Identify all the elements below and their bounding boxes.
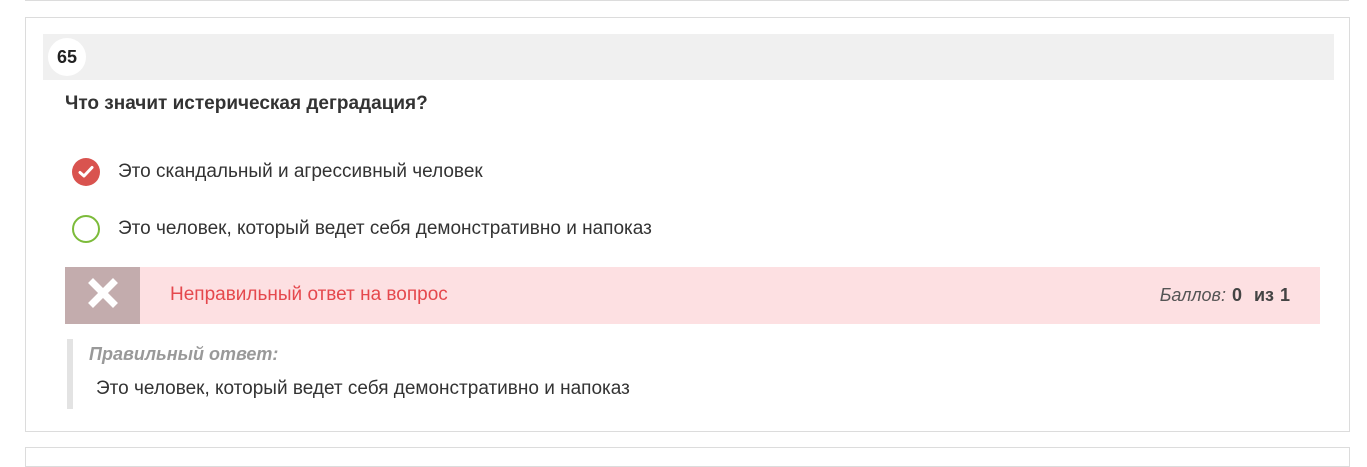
score-label: Баллов: — [1159, 285, 1226, 305]
result-message: Неправильный ответ на вопрос — [170, 284, 448, 305]
previous-question-card — [25, 0, 1349, 1]
correct-answer-text: Это человек, который ведет себя демонстр… — [96, 378, 630, 399]
question-number-badge: 65 — [48, 38, 86, 76]
result-icon-box — [65, 267, 140, 324]
question-text: Что значит истерическая деградация? — [65, 93, 428, 114]
score-display: Баллов: 0 из 1 — [1160, 285, 1290, 306]
question-card: 65 Что значит истерическая деградация? Э… — [25, 17, 1350, 432]
correct-answer-block: Правильный ответ: Это человек, который в… — [67, 339, 630, 409]
answer-option-label: Это скандальный и агрессивный человек — [118, 161, 483, 182]
cross-icon — [87, 278, 118, 313]
next-question-card — [25, 447, 1350, 467]
correct-answer-title: Правильный ответ: — [89, 344, 279, 364]
answer-option-2[interactable]: Это человек, который ведет себя демонстр… — [72, 215, 652, 243]
score-value: 0 — [1231, 285, 1242, 305]
score-of: из — [1253, 285, 1274, 305]
answer-option-label: Это человек, который ведет себя демонстр… — [118, 218, 652, 239]
check-icon[interactable] — [72, 158, 100, 186]
radio-unchecked-icon[interactable] — [72, 215, 100, 243]
score-max: 1 — [1279, 285, 1290, 305]
result-feedback-bar: Неправильный ответ на вопрос Баллов: 0 из 1 — [65, 267, 1320, 324]
answer-option-1[interactable]: Это скандальный и агрессивный человек — [72, 158, 483, 186]
question-header: 65 — [43, 34, 1334, 80]
